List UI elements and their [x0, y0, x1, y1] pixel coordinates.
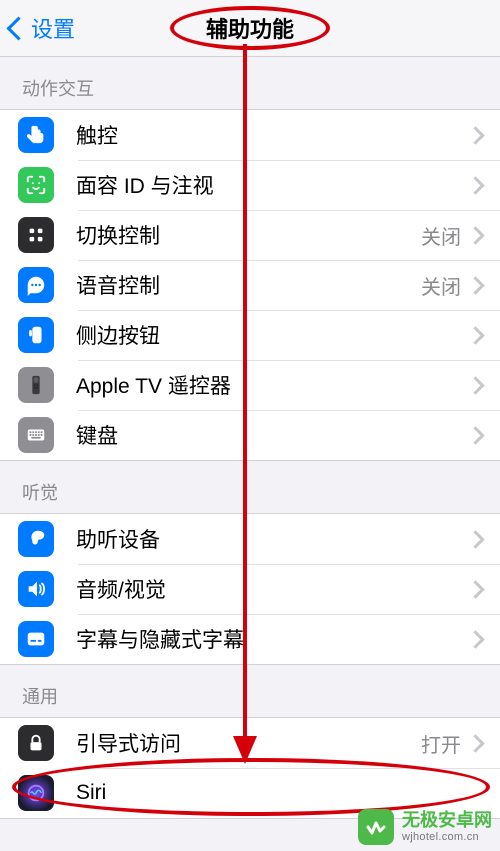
row-status: 打开: [421, 729, 461, 758]
row-touch[interactable]: 触控: [0, 110, 500, 160]
chevron-right-icon: [466, 376, 484, 394]
row-voice-control[interactable]: 语音控制 关闭: [0, 260, 500, 310]
siri-icon: [18, 775, 54, 811]
back-button[interactable]: 设置: [0, 12, 75, 44]
chevron-right-icon: [466, 530, 484, 548]
row-keyboard[interactable]: 键盘: [0, 410, 500, 460]
keyboard-icon: [18, 417, 54, 453]
lock-icon: [18, 725, 54, 761]
voice-control-icon: [18, 267, 54, 303]
row-label: 字幕与隐藏式字幕: [76, 624, 469, 654]
speaker-icon: [18, 571, 54, 607]
row-subtitles[interactable]: 字幕与隐藏式字幕: [0, 614, 500, 664]
chevron-right-icon: [466, 630, 484, 648]
group-general: 引导式访问 打开 Siri: [0, 717, 500, 819]
section-header-motion: 动作交互: [0, 57, 500, 109]
row-status: 关闭: [421, 271, 461, 300]
side-button-icon: [18, 317, 54, 353]
row-status: 关闭: [421, 221, 461, 250]
row-label: 切换控制: [76, 220, 421, 250]
subtitles-icon: [18, 621, 54, 657]
row-label: 面容 ID 与注视: [76, 170, 469, 200]
section-header-general: 通用: [0, 665, 500, 717]
chevron-right-icon: [466, 226, 484, 244]
group-motion: 触控 面容 ID 与注视 切换控制 关闭 语音控制 关闭: [0, 109, 500, 461]
switch-control-icon: [18, 217, 54, 253]
chevron-right-icon: [466, 276, 484, 294]
chevron-right-icon: [466, 176, 484, 194]
navbar: 设置 辅助功能: [0, 0, 500, 57]
chevron-left-icon: [6, 16, 30, 40]
apple-tv-remote-icon: [18, 367, 54, 403]
chevron-right-icon: [466, 326, 484, 344]
row-label: Apple TV 遥控器: [76, 370, 469, 400]
watermark-text-2: wjhotel.com.cn: [402, 831, 492, 843]
row-label: 语音控制: [76, 270, 421, 300]
row-label: 引导式访问: [76, 728, 421, 758]
section-header-hearing: 听觉: [0, 461, 500, 513]
row-side-button[interactable]: 侧边按钮: [0, 310, 500, 360]
row-label: 音频/视觉: [76, 574, 469, 604]
hearing-icon: [18, 521, 54, 557]
row-guided-access[interactable]: 引导式访问 打开: [0, 718, 500, 768]
row-switch-control[interactable]: 切换控制 关闭: [0, 210, 500, 260]
row-label: 触控: [76, 120, 469, 150]
chevron-right-icon: [466, 426, 484, 444]
row-label: 键盘: [76, 420, 469, 450]
row-hearing-devices[interactable]: 助听设备: [0, 514, 500, 564]
group-hearing: 助听设备 音频/视觉 字幕与隐藏式字幕: [0, 513, 500, 665]
row-label: 侧边按钮: [76, 320, 469, 350]
row-apple-tv-remote[interactable]: Apple TV 遥控器: [0, 360, 500, 410]
row-label: Siri: [76, 781, 500, 805]
row-audio-visual[interactable]: 音频/视觉: [0, 564, 500, 614]
touch-icon: [18, 117, 54, 153]
row-siri[interactable]: Siri: [0, 768, 500, 818]
chevron-right-icon: [466, 126, 484, 144]
back-label: 设置: [31, 12, 75, 44]
chevron-right-icon: [466, 580, 484, 598]
row-faceid[interactable]: 面容 ID 与注视: [0, 160, 500, 210]
chevron-right-icon: [466, 734, 484, 752]
face-id-icon: [18, 167, 54, 203]
row-label: 助听设备: [76, 524, 469, 554]
